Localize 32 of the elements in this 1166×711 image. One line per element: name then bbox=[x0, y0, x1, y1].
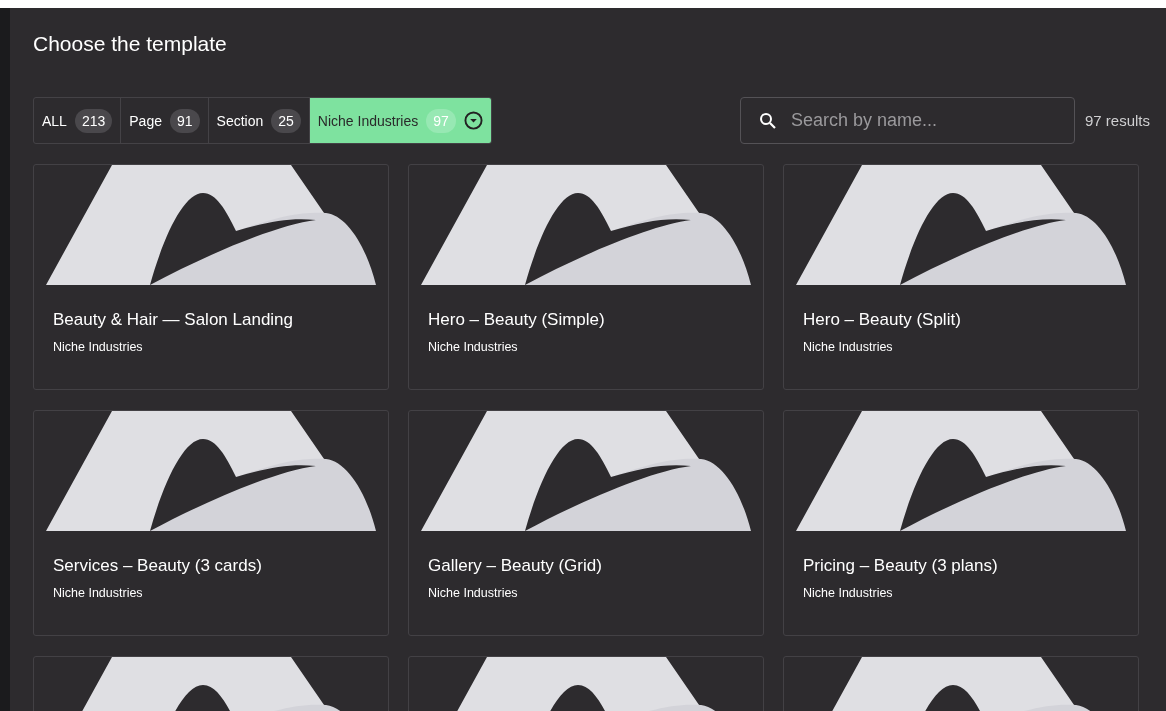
dialog-title: Choose the template bbox=[33, 32, 228, 56]
template-title: Hero – Beauty (Simple) bbox=[428, 310, 606, 330]
template-category: Niche Industries bbox=[803, 340, 894, 354]
filter-tab[interactable]: Page 91 bbox=[120, 98, 208, 143]
template-category: Niche Industries bbox=[803, 586, 894, 600]
template-title: Gallery – Beauty (Grid) bbox=[428, 556, 603, 576]
template-card[interactable]: Services – Beauty (3 cards) Niche Industries bbox=[33, 410, 389, 636]
template-card[interactable]: Gallery – Beauty (Grid) Niche Industries bbox=[408, 410, 764, 636]
count-badge: 25 bbox=[271, 108, 301, 133]
template-card[interactable]: Hero – Beauty (Split) Niche Industries bbox=[783, 164, 1139, 390]
count-badge: 97 bbox=[426, 108, 456, 133]
template-title: Hero – Beauty (Split) bbox=[803, 310, 962, 330]
filter-tab[interactable]: ALL 213 bbox=[34, 98, 121, 143]
template-card[interactable]: Beauty & Hair — Salon Landing Niche Industries bbox=[33, 164, 389, 390]
chevron-down-circle-icon bbox=[463, 111, 483, 130]
template-card[interactable]: Pricing – Beauty (3 plans) Niche Industries bbox=[783, 410, 1139, 636]
template-category: Niche Industries bbox=[53, 340, 144, 354]
filter-tab[interactable]: Section 25 bbox=[207, 98, 309, 143]
filter-tab[interactable]: Niche Industries 97 bbox=[308, 98, 491, 143]
template-title: Beauty & Hair — Salon Landing bbox=[53, 310, 295, 330]
template-category: Niche Industries bbox=[428, 586, 519, 600]
count-badge: 213 bbox=[74, 108, 113, 133]
count-badge: 91 bbox=[170, 108, 200, 133]
template-title: Pricing – Beauty (3 plans) bbox=[803, 556, 999, 576]
template-category: Niche Industries bbox=[53, 586, 144, 600]
template-title: Services – Beauty (3 cards) bbox=[53, 556, 263, 576]
search-input[interactable]: Search by name... bbox=[789, 109, 1056, 132]
search-field[interactable]: Search by name... bbox=[740, 97, 1075, 144]
results-count: 97 results bbox=[1085, 112, 1152, 129]
template-card[interactable]: Hero – Beauty (Simple) Niche Industries bbox=[408, 164, 764, 390]
search-icon bbox=[759, 111, 777, 130]
template-category: Niche Industries bbox=[428, 340, 519, 354]
